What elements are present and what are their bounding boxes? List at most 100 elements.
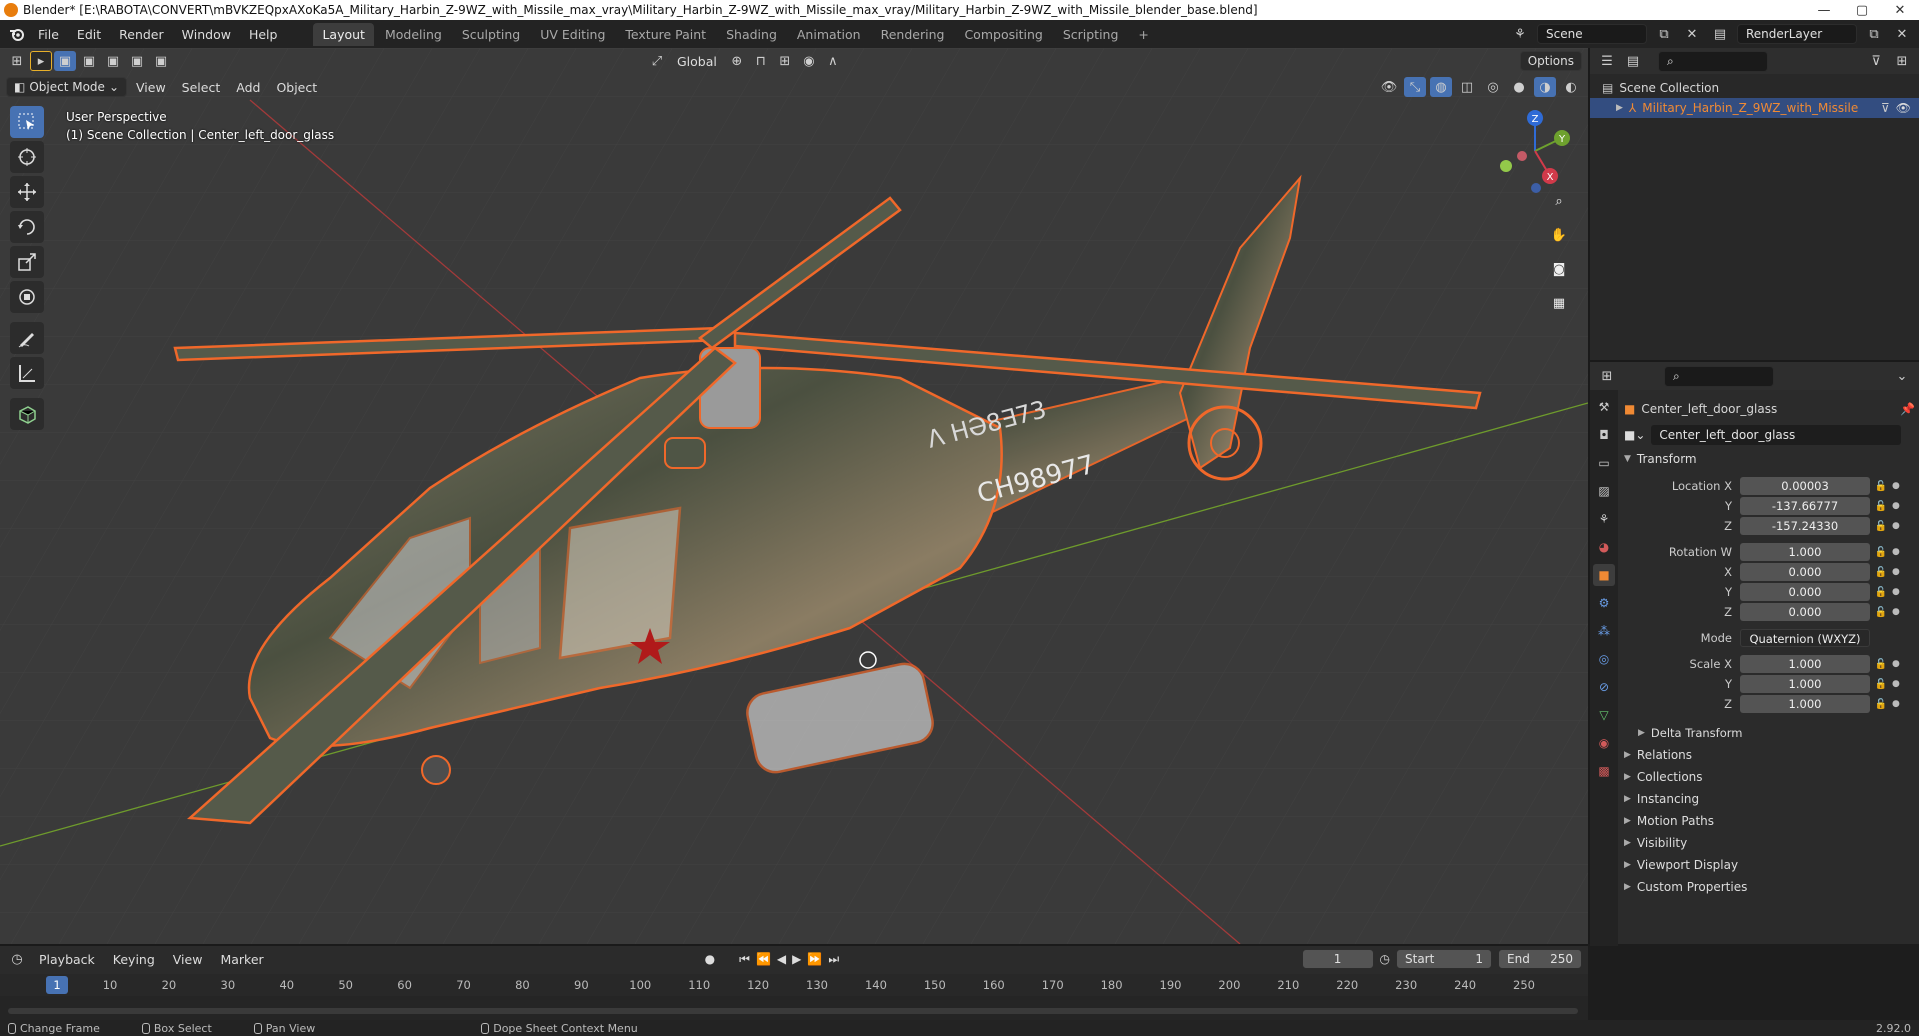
select-mode-new-icon[interactable]: ▣ [54,51,76,71]
particles-tab-icon[interactable]: ⁂ [1593,620,1615,642]
editor-type-icon[interactable]: ⊞ [6,51,28,71]
select-mode-invert-icon[interactable]: ▣ [126,51,148,71]
viewport-menu-select[interactable]: Select [175,78,228,97]
pin-icon[interactable]: 📌 [1900,402,1915,416]
timeline-menu-marker[interactable]: Marker [213,950,270,969]
clock-icon[interactable]: ◷ [1380,952,1390,966]
camera-view-icon[interactable]: ◙ [1546,256,1572,282]
ortho-toggle-icon[interactable]: ▦ [1546,290,1572,316]
transform-panel-header[interactable]: ▼ Transform [1624,448,1915,470]
falloff-icon[interactable]: ∧ [822,51,844,71]
menu-help[interactable]: Help [241,24,286,45]
tab-scripting[interactable]: Scripting [1054,23,1128,46]
play-reverse-icon[interactable]: ◀ [777,952,786,967]
properties-options-icon[interactable]: ⌄ [1891,366,1913,386]
lock-icon[interactable]: 🔓 [1870,481,1892,492]
physics-tab-icon[interactable]: ◎ [1593,648,1615,670]
remove-renderlayer-icon[interactable]: ✕ [1891,24,1913,44]
rotation-y-field[interactable]: 0.000 [1740,583,1870,601]
visibility-selectability-icon[interactable]: 👁 [1378,77,1400,97]
select-mode-intersect-icon[interactable]: ▣ [150,51,172,71]
collections-panel[interactable]: ▶ Collections [1624,766,1915,788]
keyframe-dot-icon[interactable]: ● [1892,699,1900,709]
overlays-toggle-icon[interactable]: ◍ [1430,77,1452,97]
keyframe-dot-icon[interactable]: ● [1892,501,1900,511]
tab-uv-editing[interactable]: UV Editing [531,23,614,46]
select-mode-extend-icon[interactable]: ▣ [78,51,100,71]
new-collection-icon[interactable]: ⊞ [1891,51,1913,71]
scene-icon[interactable]: ⚘ [1509,24,1531,44]
shading-wireframe-icon[interactable]: ◎ [1482,77,1504,97]
tab-rendering[interactable]: Rendering [872,23,954,46]
scene-field[interactable]: Scene [1537,24,1647,44]
datablock-type-icon[interactable]: ■⌄ [1624,428,1645,442]
tool-settings-tab-icon[interactable]: ⚒ [1593,396,1615,418]
menu-edit[interactable]: Edit [69,24,109,45]
tab-sculpting[interactable]: Sculpting [453,23,529,46]
keyframe-dot-icon[interactable]: ● [1892,659,1900,669]
outliner-search-input[interactable]: ⌕ [1658,50,1768,72]
tab-compositing[interactable]: Compositing [955,23,1051,46]
render-tab-icon[interactable]: ◘ [1593,424,1615,446]
shading-rendered-icon[interactable]: ◐ [1560,77,1582,97]
tab-animation[interactable]: Animation [788,23,870,46]
viewport-menu-add[interactable]: Add [229,78,267,97]
timeline-scrollbar[interactable] [8,1008,1578,1014]
location-x-field[interactable]: 0.00003 [1740,477,1870,495]
prev-keyframe-icon[interactable]: ⏪ [756,952,771,967]
timeline-menu-view[interactable]: View [166,950,210,969]
pivot-point-icon[interactable]: ⊕ [726,51,748,71]
jump-end-icon[interactable]: ⏭ [828,952,839,967]
display-mode-icon[interactable]: ▤ [1622,51,1644,71]
gizmo-neg-x-axis[interactable] [1517,151,1527,161]
shading-solid-icon[interactable]: ● [1508,77,1530,97]
gizmo-toggle-icon[interactable]: ⤡ [1404,77,1426,97]
menu-window[interactable]: Window [174,24,239,45]
lock-icon[interactable]: 🔓 [1870,567,1892,578]
tool-select-box[interactable] [10,106,44,138]
gizmo-neg-y-axis[interactable] [1500,160,1512,172]
scale-x-field[interactable]: 1.000 [1740,655,1870,673]
tool-transform[interactable] [10,281,44,313]
tool-cursor[interactable] [10,141,44,173]
rotation-x-field[interactable]: 0.000 [1740,563,1870,581]
location-y-field[interactable]: -137.66777 [1740,497,1870,515]
keyframe-dot-icon[interactable]: ● [1892,521,1900,531]
tool-rotate[interactable] [10,211,44,243]
expand-arrow-icon[interactable]: ▶ [1616,103,1623,113]
navigation-gizmo[interactable]: Z Y X [1490,106,1580,196]
orientation-dropdown[interactable]: Global [670,52,724,71]
delta-transform-subpanel[interactable]: ▶ Delta Transform [1624,722,1915,744]
lock-icon[interactable]: 🔓 [1870,547,1892,558]
renderlayer-field[interactable]: RenderLayer [1737,24,1857,44]
scene-tab-icon[interactable]: ⚘ [1593,508,1615,530]
start-frame-field[interactable]: Start 1 [1396,949,1492,969]
tool-add-cube[interactable] [10,398,44,430]
tool-measure[interactable] [10,357,44,389]
lock-icon[interactable]: 🔓 [1870,699,1892,710]
snap-target-icon[interactable]: ⊞ [774,51,796,71]
lock-icon[interactable]: 🔓 [1870,659,1892,670]
timeline-menu-playback[interactable]: Playback [32,950,102,969]
custom-properties-panel[interactable]: ▶ Custom Properties [1624,876,1915,898]
current-frame-field[interactable]: 1 [1301,949,1374,969]
lock-icon[interactable]: 🔓 [1870,587,1892,598]
shading-material-icon[interactable]: ◑ [1534,77,1556,97]
rotation-z-field[interactable]: 0.000 [1740,603,1870,621]
select-tool-icon[interactable]: ▸ [30,51,52,71]
data-tab-icon[interactable]: ▽ [1593,704,1615,726]
tab-texture-paint[interactable]: Texture Paint [616,23,715,46]
tool-annotate[interactable] [10,322,44,354]
pan-hand-icon[interactable]: ✋ [1546,222,1572,248]
renderlayer-icon[interactable]: ▤ [1709,24,1731,44]
end-frame-field[interactable]: End 250 [1498,949,1582,969]
outliner-editor-type-icon[interactable]: ☰ [1596,51,1618,71]
close-button[interactable]: ✕ [1881,3,1919,18]
properties-editor-type-icon[interactable]: ⊞ [1596,366,1618,386]
rotation-w-field[interactable]: 1.000 [1740,543,1870,561]
keyframe-dot-icon[interactable]: ● [1892,587,1900,597]
select-mode-subtract-icon[interactable]: ▣ [102,51,124,71]
timeline-editor-type-icon[interactable]: ◷ [6,949,28,969]
menu-render[interactable]: Render [111,24,172,45]
record-icon[interactable]: ● [705,952,715,967]
